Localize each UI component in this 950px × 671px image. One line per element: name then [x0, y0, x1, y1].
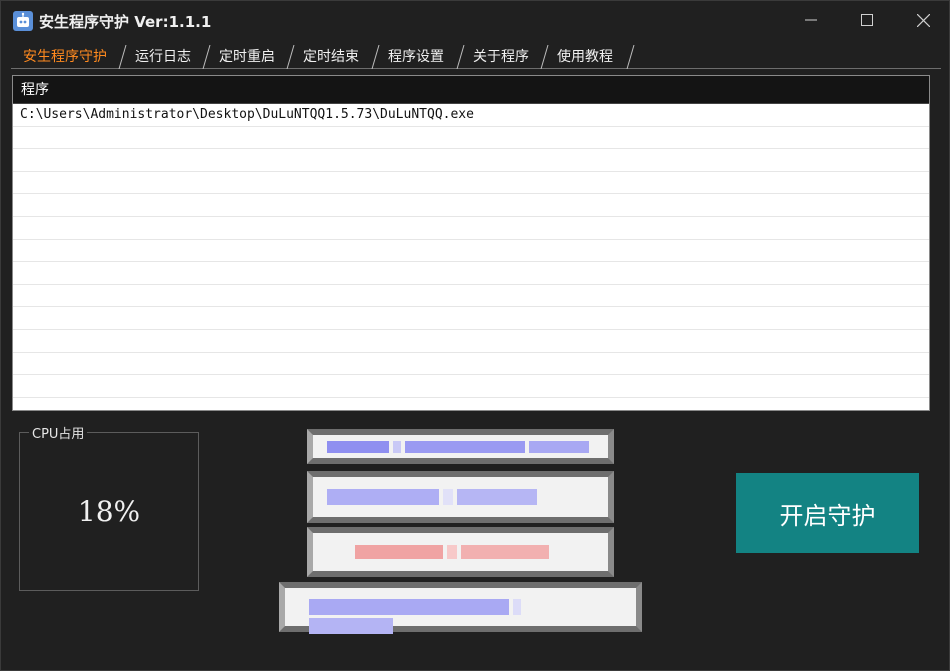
tab-scheduled-end[interactable]: 定时结束 [291, 45, 380, 69]
list-item-empty[interactable] [13, 353, 929, 376]
list-item-empty[interactable] [13, 149, 929, 172]
list-item-empty[interactable] [13, 330, 929, 353]
minimize-icon [805, 14, 817, 26]
column-header-program[interactable]: 程序 [13, 76, 929, 104]
tab-label: 安生程序守护 [23, 49, 107, 65]
program-list[interactable]: 程序 C:\Users\Administrator\Desktop\DuLuNT… [12, 75, 930, 411]
robot-icon [13, 11, 33, 31]
list-rows: C:\Users\Administrator\Desktop\DuLuNTQQ1… [13, 104, 929, 398]
start-guard-button[interactable]: 开启守护 [736, 473, 919, 553]
minimize-button[interactable] [783, 1, 839, 39]
list-item-empty[interactable] [13, 217, 929, 240]
tab-label: 关于程序 [473, 49, 529, 65]
list-item-empty[interactable] [13, 240, 929, 263]
tab-run-log[interactable]: 运行日志 [123, 45, 211, 69]
tab-guard[interactable]: 安生程序守护 [11, 45, 127, 69]
close-button[interactable] [895, 1, 950, 39]
cpu-usage-group: CPU占用 18% [19, 423, 199, 591]
list-item-empty[interactable] [13, 262, 929, 285]
tab-label: 程序设置 [388, 49, 444, 65]
close-icon [916, 13, 930, 27]
blurred-banner-2[interactable] [307, 471, 614, 523]
tab-label: 定时重启 [219, 49, 275, 65]
tab-program-settings[interactable]: 程序设置 [376, 45, 465, 69]
maximize-icon [861, 14, 873, 26]
tab-label: 定时结束 [303, 49, 359, 65]
tab-label: 运行日志 [135, 49, 191, 65]
maximize-button[interactable] [839, 1, 895, 39]
blurred-banner-3[interactable] [307, 527, 614, 577]
list-item-empty[interactable] [13, 285, 929, 308]
list-item-empty[interactable] [13, 172, 929, 195]
app-window: 安生程序守护 Ver:1.1.1 安生程序守护 运行日志 定时重启 定时结束 程… [0, 0, 950, 671]
tab-label: 使用教程 [557, 49, 613, 65]
tab-tutorial[interactable]: 使用教程 [545, 45, 635, 69]
cpu-usage-label: CPU占用 [29, 423, 88, 442]
title-bar[interactable]: 安生程序守护 Ver:1.1.1 [1, 1, 949, 39]
list-item-empty[interactable] [13, 307, 929, 330]
tab-about[interactable]: 关于程序 [461, 45, 549, 69]
blurred-banner-4[interactable] [279, 582, 642, 634]
blurred-banner-1[interactable] [307, 429, 614, 464]
window-title: 安生程序守护 Ver:1.1.1 [39, 13, 212, 31]
tab-scheduled-restart[interactable]: 定时重启 [207, 45, 295, 69]
list-item-empty[interactable] [13, 194, 929, 217]
list-item-empty[interactable] [13, 127, 929, 150]
list-item-empty[interactable] [13, 375, 929, 398]
cpu-usage-value: 18% [77, 495, 141, 528]
tab-bar: 安生程序守护 运行日志 定时重启 定时结束 程序设置 关于程序 使用教程 [11, 45, 941, 69]
list-item[interactable]: C:\Users\Administrator\Desktop\DuLuNTQQ1… [13, 104, 929, 127]
